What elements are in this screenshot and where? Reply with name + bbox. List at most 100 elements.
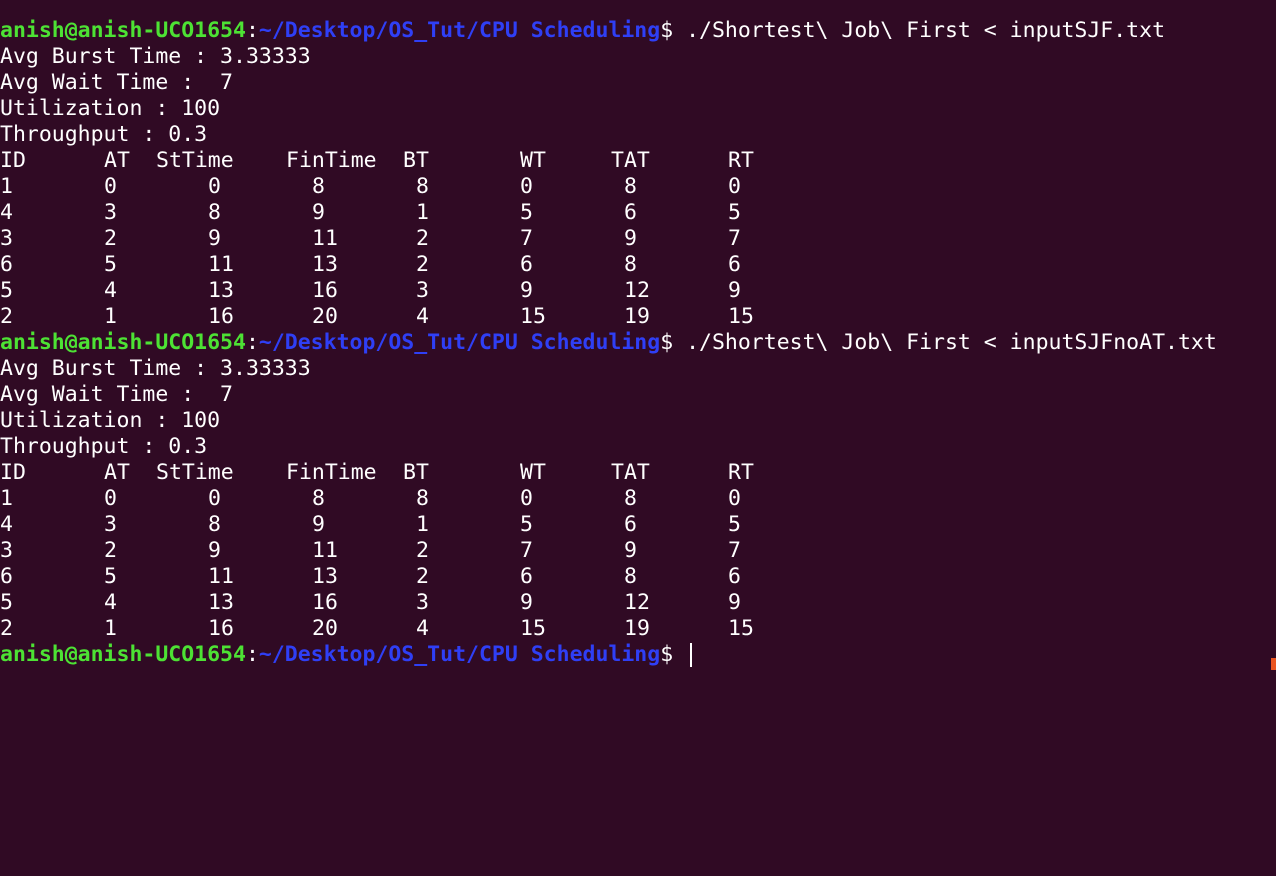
cell-rt: 5 (728, 512, 741, 537)
cell-rt: 9 (728, 278, 741, 303)
cell-tat: 9 (624, 226, 637, 251)
cell-wt: 5 (520, 200, 533, 225)
prompt-user-host: anish@anish-UCO1654 (0, 642, 246, 667)
cell-sttime: 11 (208, 564, 234, 589)
cell-rt: 5 (728, 200, 741, 225)
cell-at: 1 (104, 616, 117, 641)
cell-wt: 7 (520, 538, 533, 563)
header-bt: BT (403, 148, 429, 173)
cell-fintime: 9 (312, 512, 325, 537)
cell-id: 5 (0, 278, 13, 303)
prompt-path: ~/Desktop/OS_Tut/CPU Scheduling (258, 18, 661, 43)
cell-tat: 8 (624, 486, 637, 511)
table-row: 4 3 8 9 1 5 6 5 (0, 200, 1276, 226)
cell-fintime: 8 (312, 174, 325, 199)
cell-bt: 1 (416, 200, 429, 225)
cell-wt: 5 (520, 512, 533, 537)
prompt-dollar: $ (660, 330, 674, 355)
table-row: 3 2 9 11 2 7 9 7 (0, 538, 1276, 564)
table-header: ID AT StTime FinTime BT WT TAT RT (0, 460, 1276, 486)
terminal-window[interactable]: anish@anish-UCO1654:~/Desktop/OS_Tut/CPU… (0, 18, 1276, 670)
table-row: 1 0 0 8 8 0 8 0 (0, 174, 1276, 200)
cell-bt: 2 (416, 226, 429, 251)
cell-sttime: 0 (208, 486, 221, 511)
cell-bt: 3 (416, 590, 429, 615)
cell-id: 2 (0, 616, 13, 641)
cell-wt: 7 (520, 226, 533, 251)
cell-tat: 8 (624, 252, 637, 277)
table-row: 6 5 11 13 2 6 8 6 (0, 252, 1276, 278)
cell-rt: 7 (728, 226, 741, 251)
cell-id: 4 (0, 200, 13, 225)
cell-rt: 0 (728, 486, 741, 511)
cell-id: 6 (0, 564, 13, 589)
cell-sttime: 11 (208, 252, 234, 277)
cell-wt: 15 (520, 616, 546, 641)
cell-id: 1 (0, 486, 13, 511)
table-row: 5 4 13 16 3 9 12 9 (0, 278, 1276, 304)
cell-wt: 9 (520, 278, 533, 303)
table-row: 2 1 16 20 4 15 19 15 (0, 304, 1276, 330)
stat-utilization: Utilization : 100 (0, 408, 221, 433)
scrollbar-indicator[interactable] (1271, 658, 1276, 670)
cell-rt: 0 (728, 174, 741, 199)
header-wt: WT (520, 460, 546, 485)
cell-sttime: 13 (208, 278, 234, 303)
header-sttime: StTime (156, 460, 234, 485)
cell-tat: 8 (624, 564, 637, 589)
header-at: AT (104, 460, 130, 485)
table-row: 6 5 11 13 2 6 8 6 (0, 564, 1276, 590)
cell-rt: 15 (728, 616, 754, 641)
cell-tat: 19 (624, 304, 650, 329)
cell-wt: 6 (520, 252, 533, 277)
header-tat: TAT (611, 148, 650, 173)
cell-wt: 15 (520, 304, 546, 329)
cell-tat: 9 (624, 538, 637, 563)
cell-id: 3 (0, 538, 13, 563)
prompt-separator: : (245, 330, 259, 355)
prompt-line: anish@anish-UCO1654:~/Desktop/OS_Tut/CPU… (0, 18, 1165, 44)
cell-wt: 0 (520, 486, 533, 511)
cell-tat: 6 (624, 512, 637, 537)
prompt-line: anish@anish-UCO1654:~/Desktop/OS_Tut/CPU… (0, 330, 1217, 356)
prompt-dollar: $ (660, 18, 674, 43)
active-prompt-line[interactable]: anish@anish-UCO1654:~/Desktop/OS_Tut/CPU… (0, 642, 693, 668)
header-bt: BT (403, 460, 429, 485)
cell-rt: 6 (728, 564, 741, 589)
prompt-path: ~/Desktop/OS_Tut/CPU Scheduling (258, 330, 661, 355)
cell-tat: 19 (624, 616, 650, 641)
cell-rt: 15 (728, 304, 754, 329)
cell-bt: 2 (416, 252, 429, 277)
cell-wt: 6 (520, 564, 533, 589)
stat-avg-wait: Avg Wait Time : 7 (0, 382, 233, 407)
cell-at: 0 (104, 486, 117, 511)
cell-at: 5 (104, 564, 117, 589)
command-text: ./Shortest\ Job\ First < inputSJF.txt (673, 18, 1166, 43)
cell-fintime: 20 (312, 304, 338, 329)
stat-avg-wait: Avg Wait Time : 7 (0, 70, 233, 95)
table-header: ID AT StTime FinTime BT WT TAT RT (0, 148, 1276, 174)
command-input[interactable] (673, 642, 686, 667)
header-rt: RT (728, 460, 754, 485)
header-id: ID (0, 148, 26, 173)
cell-bt: 2 (416, 564, 429, 589)
header-fintime: FinTime (286, 460, 377, 485)
prompt-user-host: anish@anish-UCO1654 (0, 330, 246, 355)
header-rt: RT (728, 148, 754, 173)
cell-rt: 9 (728, 590, 741, 615)
cell-sttime: 8 (208, 512, 221, 537)
cell-fintime: 13 (312, 564, 338, 589)
cell-id: 5 (0, 590, 13, 615)
table-row: 1 0 0 8 8 0 8 0 (0, 486, 1276, 512)
cell-wt: 9 (520, 590, 533, 615)
stat-avg-burst: Avg Burst Time : 3.33333 (0, 44, 311, 69)
table-row: 5 4 13 16 3 9 12 9 (0, 590, 1276, 616)
cell-bt: 4 (416, 304, 429, 329)
stat-throughput: Throughput : 0.3 (0, 434, 208, 459)
cell-fintime: 20 (312, 616, 338, 641)
cell-id: 3 (0, 226, 13, 251)
header-wt: WT (520, 148, 546, 173)
table-row: 3 2 9 11 2 7 9 7 (0, 226, 1276, 252)
cell-at: 4 (104, 590, 117, 615)
prompt-user-host: anish@anish-UCO1654 (0, 18, 246, 43)
